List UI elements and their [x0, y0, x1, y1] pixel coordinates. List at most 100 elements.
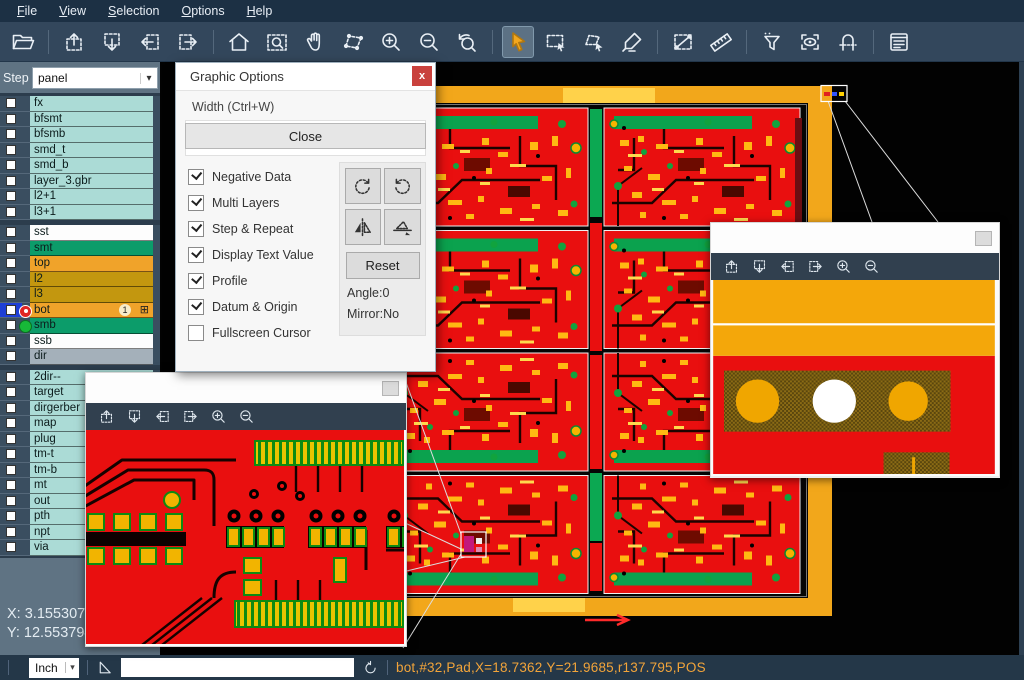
layer-name[interactable]: bot1⊞ — [30, 303, 153, 319]
flip-vertical-button[interactable] — [384, 209, 421, 245]
popup-zoom-view[interactable] — [86, 430, 406, 644]
layer-name[interactable]: layer_3.gbr — [30, 174, 153, 190]
popup-pan-down-button[interactable] — [748, 256, 770, 278]
option-multi-layers[interactable]: Multi Layers — [188, 190, 314, 216]
toolbar-pan-up-button[interactable] — [58, 26, 90, 58]
toolbar-net-query-button[interactable] — [832, 26, 864, 58]
layer-visibility-checkbox[interactable] — [0, 225, 22, 241]
toolbar-select-rectangle-button[interactable] — [540, 26, 572, 58]
close-icon[interactable]: x — [412, 66, 432, 86]
layer-visibility-checkbox[interactable] — [0, 509, 22, 525]
option-negative-data[interactable]: Negative Data — [188, 164, 314, 190]
toolbar-pan-down-button[interactable] — [96, 26, 128, 58]
popup-pan-left-button[interactable] — [776, 256, 798, 278]
toolbar-pan-right-button[interactable] — [172, 26, 204, 58]
layer-visibility-checkbox[interactable] — [0, 349, 22, 365]
popup-pan-down-button[interactable] — [123, 406, 145, 428]
layer-name[interactable]: smt — [30, 241, 153, 257]
layer-visibility-checkbox[interactable] — [0, 272, 22, 288]
menu-selection[interactable]: Selection — [97, 0, 170, 22]
window-button[interactable] — [382, 381, 399, 396]
layer-visibility-checkbox[interactable] — [0, 127, 22, 143]
popup-pan-right-button[interactable] — [179, 406, 201, 428]
layer-visibility-checkbox[interactable] — [0, 370, 22, 386]
history-icon[interactable] — [362, 659, 379, 676]
layer-visibility-checkbox[interactable] — [0, 463, 22, 479]
popup-pan-right-button[interactable] — [804, 256, 826, 278]
layer-visibility-checkbox[interactable] — [0, 447, 22, 463]
reset-button[interactable]: Reset — [346, 252, 420, 279]
layer-visibility-checkbox[interactable] — [0, 478, 22, 494]
popup-zoom-in-button[interactable] — [207, 406, 229, 428]
flip-horizontal-button[interactable] — [345, 209, 382, 245]
option-profile[interactable]: Profile — [188, 268, 314, 294]
popup-pan-up-button[interactable] — [95, 406, 117, 428]
layer-visibility-checkbox[interactable] — [0, 143, 22, 159]
toolbar-pan-left-button[interactable] — [134, 26, 166, 58]
layer-name[interactable]: l3 — [30, 287, 153, 303]
layer-name[interactable]: ssb — [30, 334, 153, 350]
layer-name[interactable]: fx — [30, 96, 153, 112]
toolbar-zoom-in-button[interactable] — [375, 26, 407, 58]
popup-title-bar[interactable] — [86, 373, 406, 403]
menu-options[interactable]: Options — [170, 0, 235, 22]
layer-name[interactable]: smb — [30, 318, 153, 334]
layer-visibility-checkbox[interactable] — [0, 432, 22, 448]
option-step-repeat[interactable]: Step & Repeat — [188, 216, 314, 242]
layer-name[interactable]: top — [30, 256, 153, 272]
layer-visibility-checkbox[interactable] — [0, 525, 22, 541]
option-display-text-value[interactable]: Display Text Value — [188, 242, 314, 268]
layer-visibility-checkbox[interactable] — [0, 385, 22, 401]
layer-visibility-checkbox[interactable] — [0, 158, 22, 174]
layer-name[interactable]: l2 — [30, 272, 153, 288]
toolbar-open-folder-button[interactable] — [7, 26, 39, 58]
popup-pan-left-button[interactable] — [151, 406, 173, 428]
layer-visibility-checkbox[interactable] — [0, 112, 22, 128]
toolbar-measure-ruler-button[interactable] — [705, 26, 737, 58]
menu-file[interactable]: File — [6, 0, 48, 22]
popup-title-bar[interactable] — [711, 223, 999, 253]
popup-zoom-out-button[interactable] — [235, 406, 257, 428]
toolbar-measure-distance-button[interactable] — [667, 26, 699, 58]
toolbar-highlight-view-button[interactable] — [794, 26, 826, 58]
menu-view[interactable]: View — [48, 0, 97, 22]
window-button[interactable] — [975, 231, 992, 246]
rotate-cw-button[interactable] — [345, 168, 382, 204]
option-fullscreen-cursor[interactable]: Fullscreen Cursor — [188, 320, 314, 346]
menu-help[interactable]: Help — [236, 0, 284, 22]
toolbar-select-cursor-button[interactable] — [502, 26, 534, 58]
layer-visibility-checkbox[interactable] — [0, 205, 22, 221]
layer-visibility-checkbox[interactable] — [0, 401, 22, 417]
toolbar-report-list-button[interactable] — [883, 26, 915, 58]
option-datum-origin[interactable]: Datum & Origin — [188, 294, 314, 320]
layer-name[interactable]: l3+1 — [30, 205, 153, 221]
toolbar-home-view-button[interactable] — [223, 26, 255, 58]
popup-zoom-in-button[interactable] — [832, 256, 854, 278]
layer-visibility-checkbox[interactable] — [0, 540, 22, 556]
layer-name[interactable]: bfsmb — [30, 127, 153, 143]
toolbar-zoom-previous-button[interactable] — [451, 26, 483, 58]
toolbar-zoom-window-button[interactable] — [261, 26, 293, 58]
popup-zoom-out-button[interactable] — [860, 256, 882, 278]
popup-zoom-view[interactable] — [711, 280, 999, 474]
layer-visibility-checkbox[interactable] — [0, 494, 22, 510]
layer-visibility-checkbox[interactable] — [0, 416, 22, 432]
toolbar-select-polygon-button[interactable] — [578, 26, 610, 58]
layer-visibility-checkbox[interactable] — [0, 189, 22, 205]
toolbar-zoom-polygon-button[interactable] — [337, 26, 369, 58]
popup-pan-up-button[interactable] — [720, 256, 742, 278]
layer-name[interactable]: smd_b — [30, 158, 153, 174]
toolbar-pan-hand-button[interactable] — [299, 26, 331, 58]
close-button[interactable]: Close — [185, 123, 426, 149]
dialog-title-bar[interactable]: Graphic Options x — [176, 63, 435, 91]
layer-visibility-checkbox[interactable] — [0, 256, 22, 272]
layer-visibility-checkbox[interactable] — [0, 96, 22, 112]
unit-select[interactable]: Inch ▾ — [29, 658, 79, 678]
toolbar-filter-button[interactable] — [756, 26, 788, 58]
layer-visibility-checkbox[interactable] — [0, 287, 22, 303]
toolbar-zoom-out-button[interactable] — [413, 26, 445, 58]
layer-name[interactable]: dir — [30, 349, 153, 365]
step-select[interactable]: panel ▾ — [32, 67, 158, 89]
layer-name[interactable]: smd_t — [30, 143, 153, 159]
layer-name[interactable]: l2+1 — [30, 189, 153, 205]
